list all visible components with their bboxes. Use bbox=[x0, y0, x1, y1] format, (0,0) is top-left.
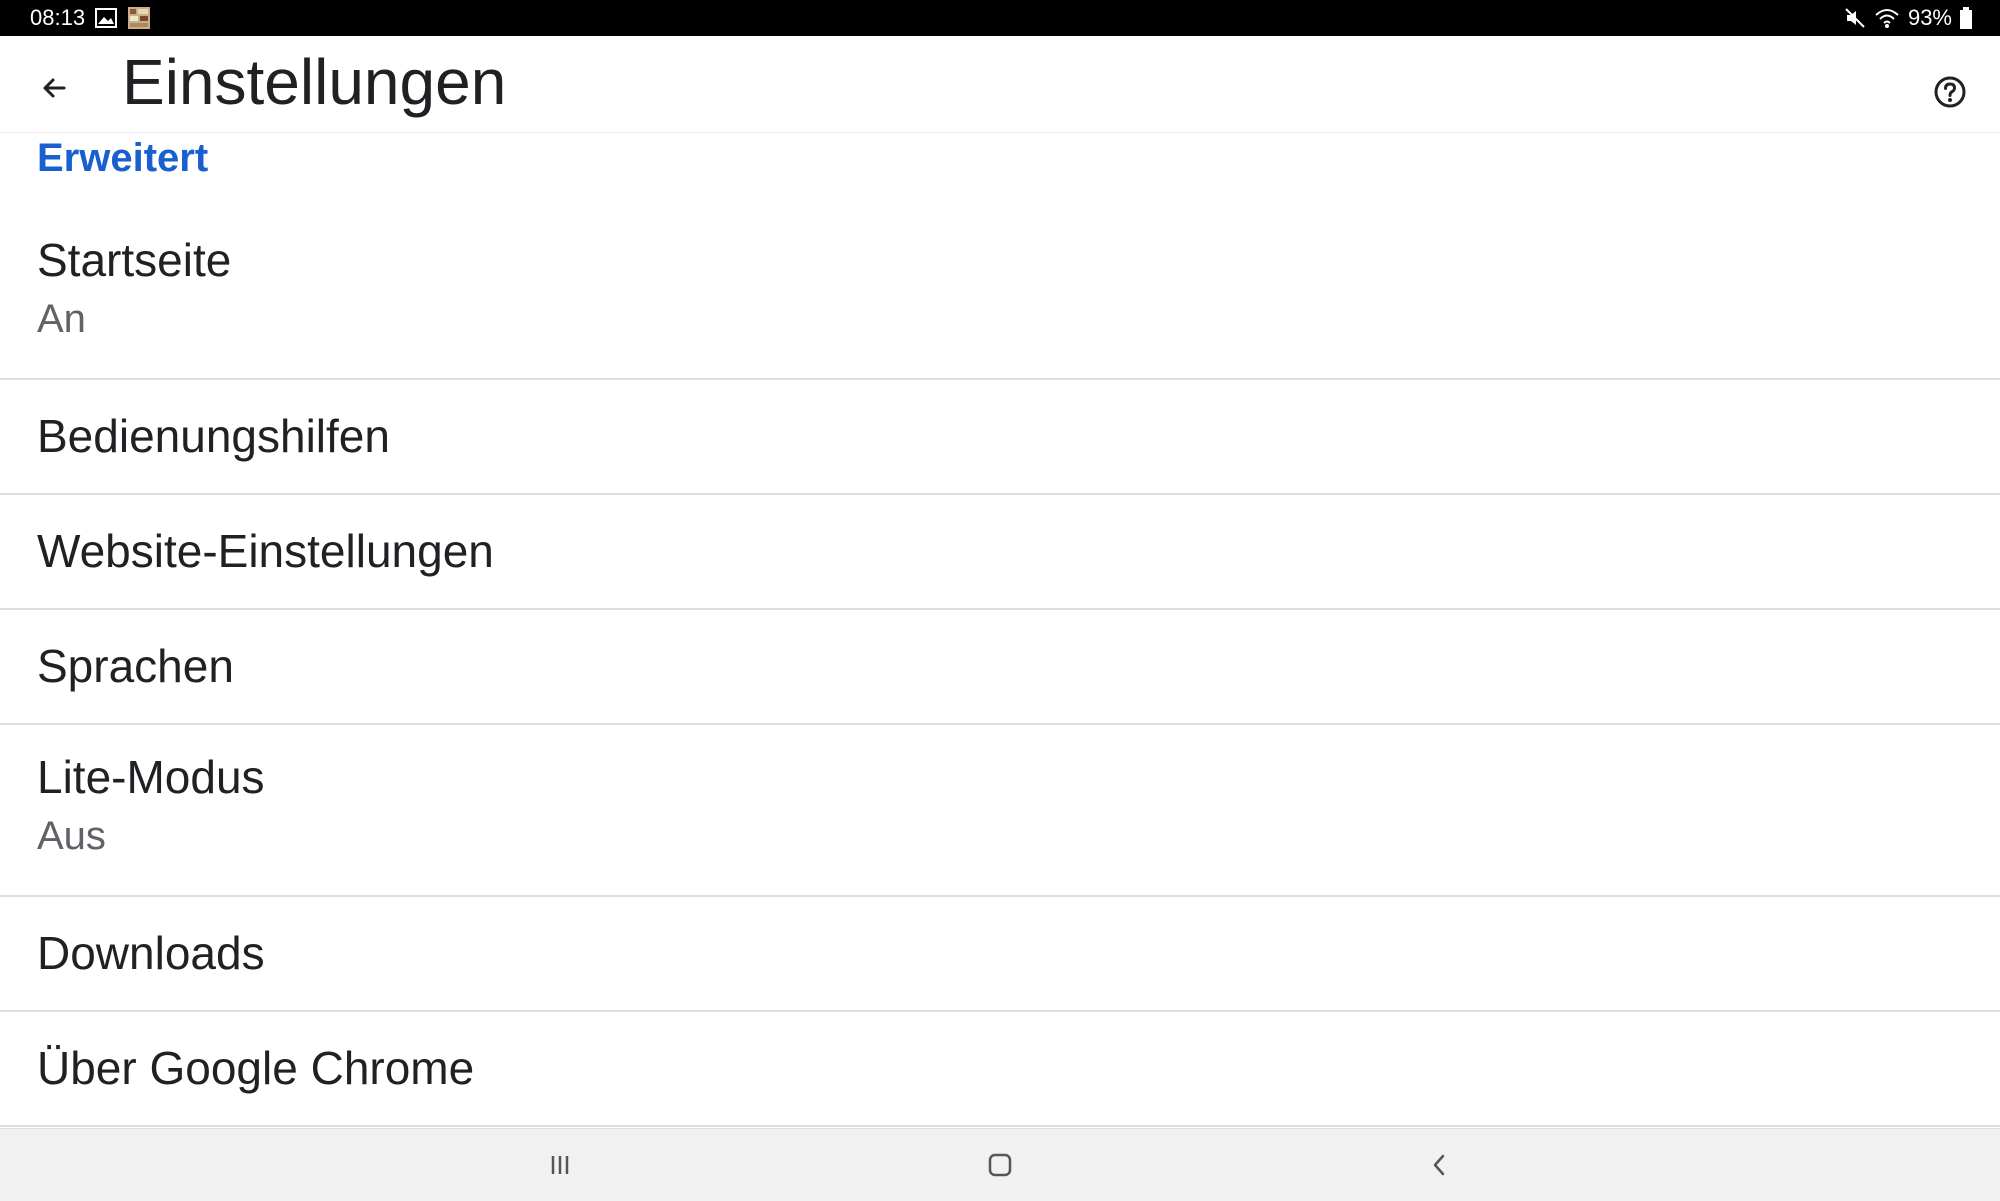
settings-item-downloads[interactable]: Downloads bbox=[0, 897, 2000, 1012]
help-button[interactable] bbox=[1930, 72, 1970, 112]
home-button[interactable] bbox=[980, 1147, 1020, 1183]
settings-list: Startseite An Bedienungshilfen Website-E… bbox=[0, 210, 2000, 1127]
app-notification-icon bbox=[127, 6, 151, 30]
arrow-back-icon bbox=[43, 78, 66, 98]
settings-item-ueber-google-chrome[interactable]: Über Google Chrome bbox=[0, 1012, 2000, 1127]
settings-item-startseite[interactable]: Startseite An bbox=[0, 210, 2000, 380]
status-time: 08:13 bbox=[30, 5, 86, 30]
status-left: 08:13 bbox=[0, 5, 151, 31]
battery-icon bbox=[1960, 7, 1972, 29]
recent-apps-icon bbox=[551, 1156, 569, 1174]
settings-item-title: Startseite bbox=[37, 234, 232, 286]
wifi-icon bbox=[1874, 7, 1900, 29]
status-bar: 08:13 93% bbox=[0, 0, 2000, 36]
status-right: 93% bbox=[1844, 5, 2000, 31]
settings-item-title: Sprachen bbox=[37, 640, 234, 692]
settings-item-sprachen[interactable]: Sprachen bbox=[0, 610, 2000, 725]
app-bar: Einstellungen bbox=[0, 36, 2000, 133]
back-nav-button[interactable] bbox=[1420, 1147, 1460, 1183]
settings-item-title: Downloads bbox=[37, 927, 265, 979]
battery-percentage: 93% bbox=[1907, 5, 1952, 30]
settings-item-lite-modus[interactable]: Lite-Modus Aus bbox=[0, 725, 2000, 897]
section-header-advanced: Erweitert bbox=[37, 136, 209, 180]
settings-item-title: Bedienungshilfen bbox=[37, 410, 390, 462]
navigation-bar bbox=[0, 1128, 2000, 1201]
help-circle-icon bbox=[1934, 76, 1966, 108]
gallery-icon bbox=[95, 8, 118, 28]
recent-apps-button[interactable] bbox=[540, 1147, 580, 1183]
settings-item-title: Website-Einstellungen bbox=[37, 525, 494, 577]
home-icon bbox=[988, 1153, 1012, 1177]
mute-icon bbox=[1844, 7, 1866, 29]
settings-item-summary: An bbox=[37, 297, 86, 341]
settings-item-title: Über Google Chrome bbox=[37, 1042, 475, 1094]
settings-item-bedienungshilfen[interactable]: Bedienungshilfen bbox=[0, 380, 2000, 495]
back-nav-icon bbox=[1433, 1154, 1445, 1176]
settings-item-title: Lite-Modus bbox=[37, 751, 265, 803]
settings-item-summary: Aus bbox=[37, 814, 106, 858]
page-title: Einstellungen bbox=[122, 46, 507, 118]
settings-item-website-einstellungen[interactable]: Website-Einstellungen bbox=[0, 495, 2000, 610]
back-button[interactable] bbox=[30, 64, 78, 112]
